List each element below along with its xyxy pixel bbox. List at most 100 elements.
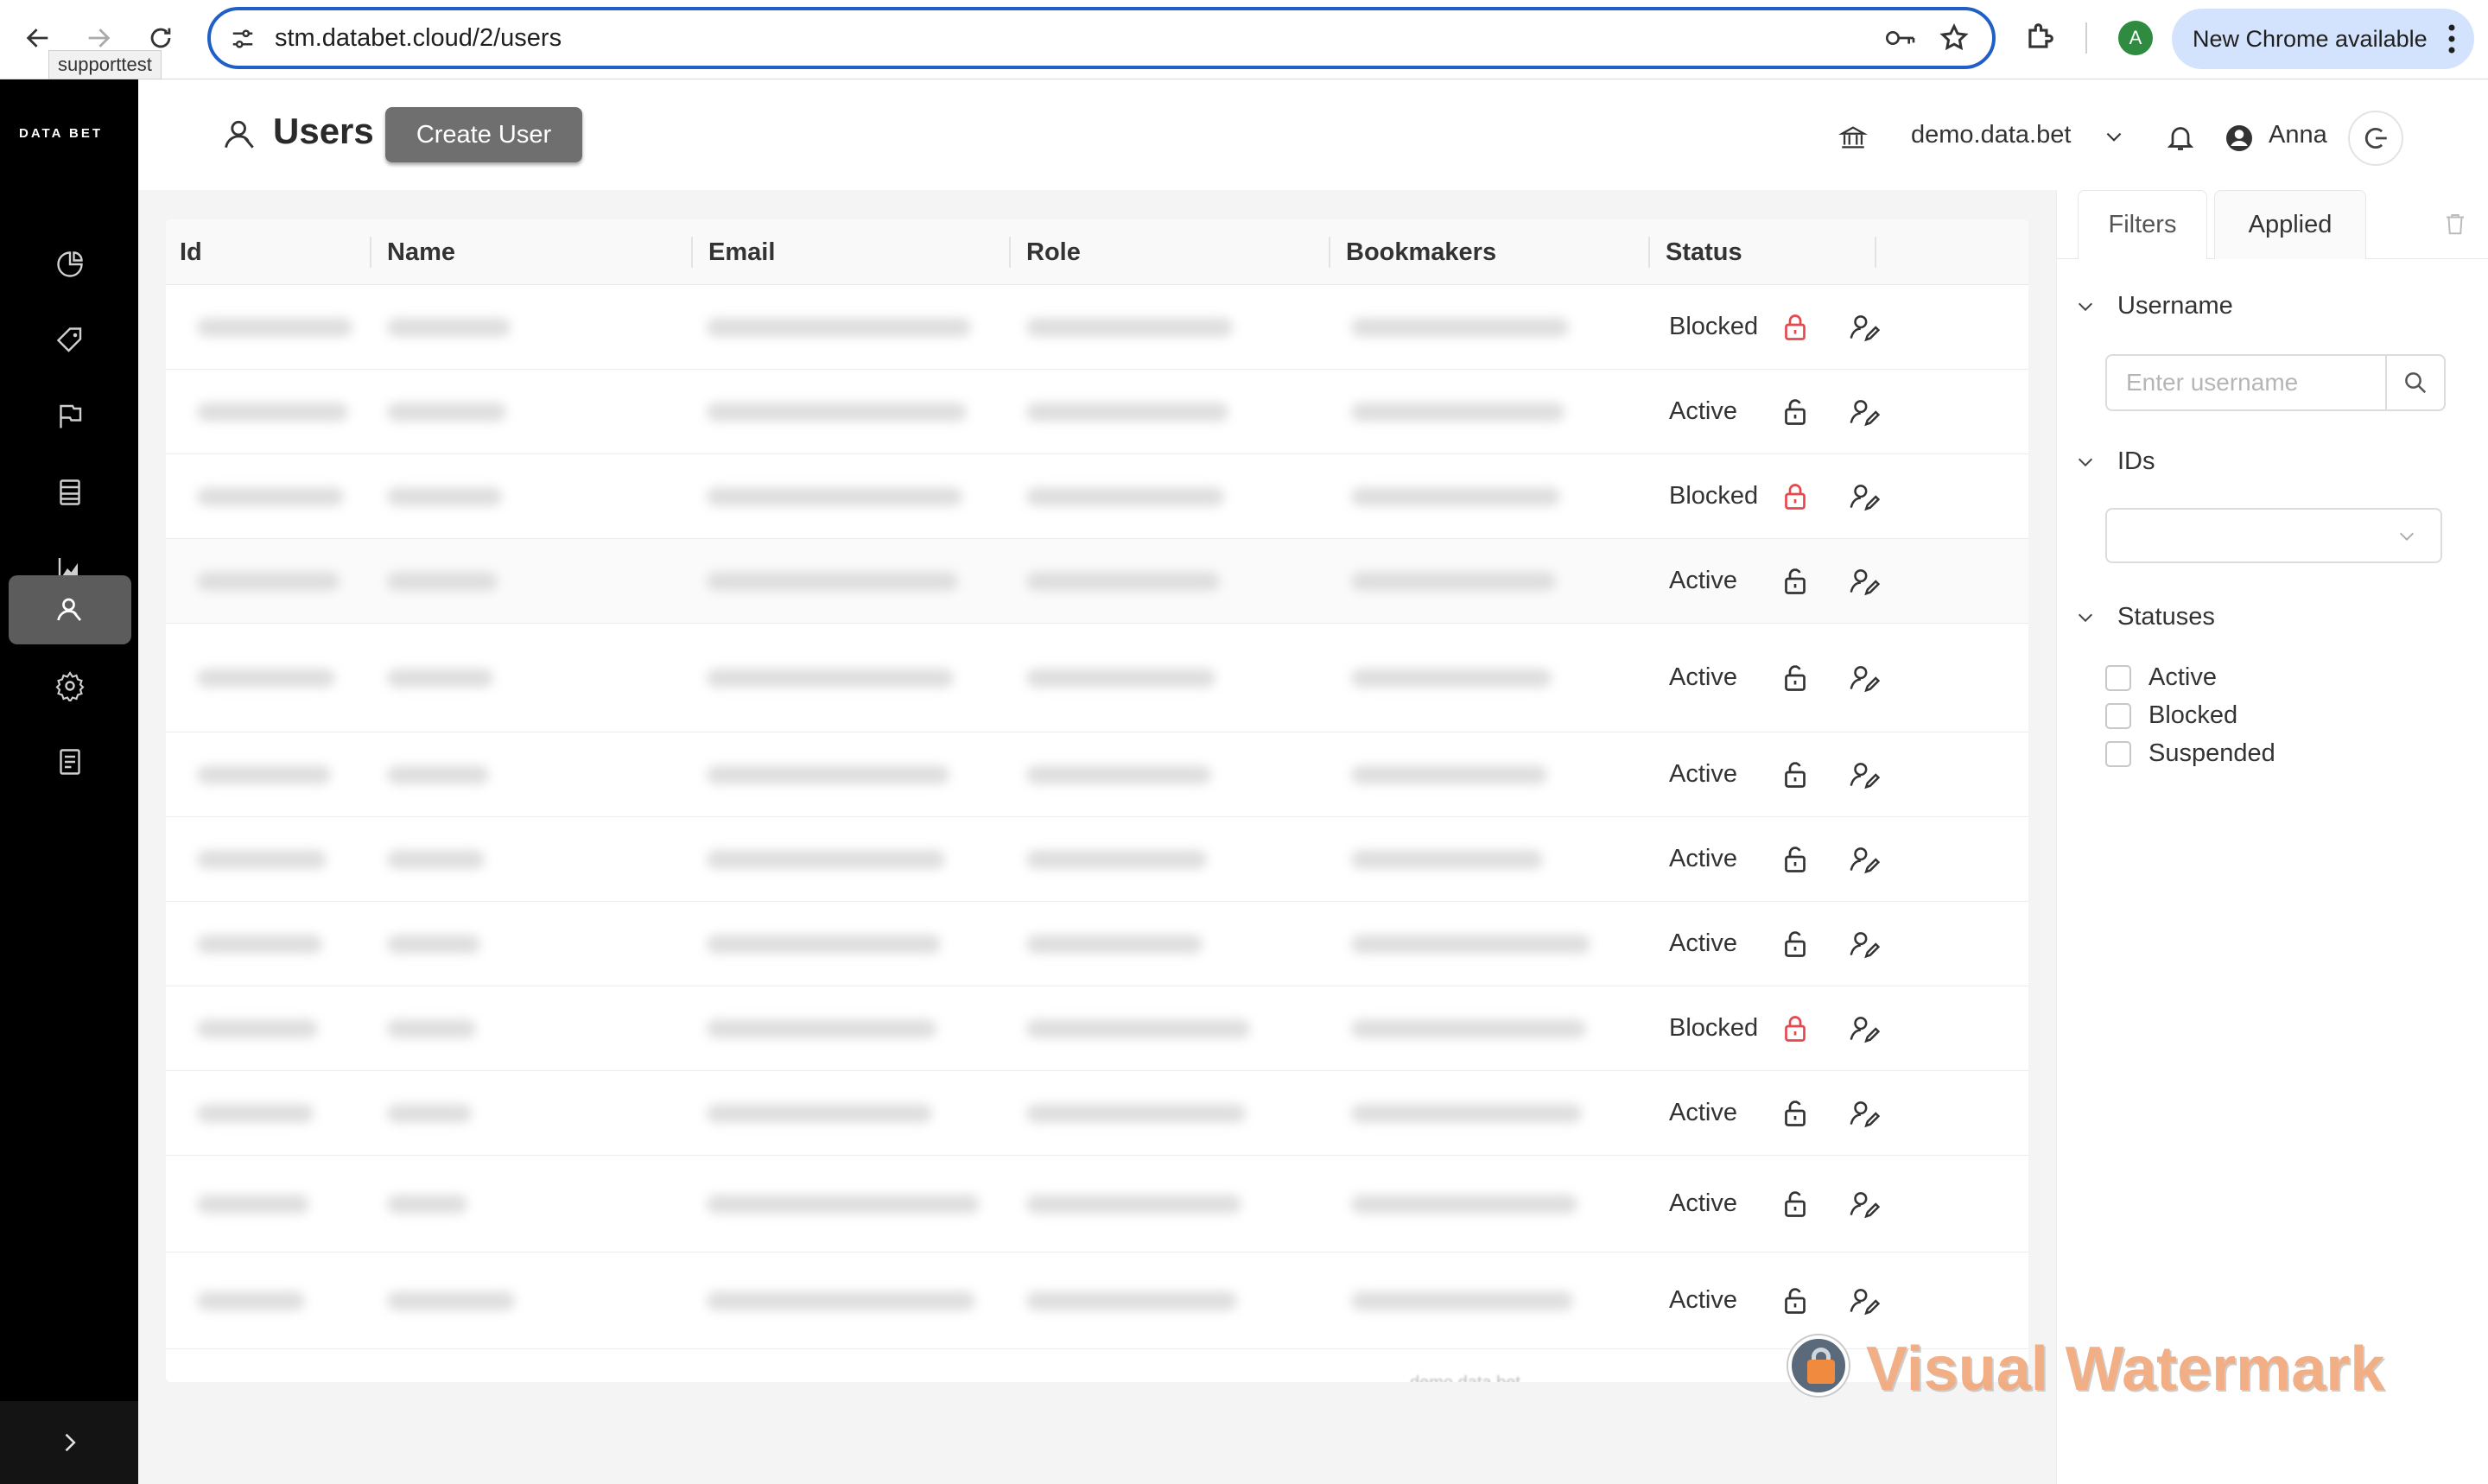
lock-closed-icon[interactable]	[1780, 311, 1811, 344]
user-name[interactable]: Anna	[2269, 121, 2327, 149]
logout-button[interactable]	[2348, 111, 2403, 166]
tab-applied[interactable]: Applied	[2214, 190, 2366, 259]
status-checkbox-blocked[interactable]: Blocked	[2105, 701, 2237, 730]
lock-open-icon[interactable]	[1780, 843, 1811, 876]
column-header-role[interactable]: Role	[1012, 219, 1081, 285]
checkbox[interactable]	[2105, 702, 2131, 729]
site-settings-icon[interactable]	[230, 26, 256, 52]
lock-open-icon[interactable]	[1780, 565, 1811, 598]
redacted-cell	[197, 764, 331, 784]
address-bar[interactable]: stm.databet.cloud/2/users	[207, 7, 1996, 69]
table-row[interactable]: Blocked	[166, 285, 2028, 370]
chevron-down-icon	[2078, 458, 2093, 466]
column-header-name[interactable]: Name	[373, 219, 455, 285]
username-section-toggle[interactable]: Username	[2076, 292, 2233, 320]
users-icon	[57, 598, 82, 621]
sidebar-expand-button[interactable]	[0, 1401, 138, 1484]
status-checkbox-active[interactable]: Active	[2105, 663, 2217, 692]
column-header-status[interactable]: Status	[1652, 219, 1742, 285]
tab-filters[interactable]: Filters	[2078, 190, 2207, 259]
table-row[interactable]: Active	[166, 1071, 2028, 1156]
redacted-cell	[707, 764, 949, 784]
table-row[interactable]: Active	[166, 1156, 2028, 1253]
edit-user-icon[interactable]	[1847, 928, 1880, 961]
table-row[interactable]: Active	[166, 624, 2028, 732]
table-row[interactable]: Active	[166, 539, 2028, 624]
table-row[interactable]: Active	[166, 370, 2028, 454]
edit-user-icon[interactable]	[1847, 1188, 1880, 1221]
edit-user-icon[interactable]	[1847, 1284, 1880, 1317]
logout-icon	[2364, 127, 2387, 149]
lock-open-icon[interactable]	[1780, 1284, 1811, 1317]
status-cell: Active	[1669, 844, 1737, 872]
column-header-email[interactable]: Email	[695, 219, 775, 285]
edit-user-icon[interactable]	[1847, 1097, 1880, 1130]
username-input[interactable]	[2105, 354, 2387, 411]
table-row[interactable]: Active	[166, 1253, 2028, 1349]
profile-avatar[interactable]: A	[2118, 21, 2153, 55]
trash-icon[interactable]	[2442, 209, 2468, 238]
ids-section-toggle[interactable]: IDs	[2076, 447, 2155, 476]
status-cell: Active	[1669, 929, 1737, 957]
lock-open-icon[interactable]	[1780, 1097, 1811, 1130]
reload-icon	[150, 28, 171, 48]
edit-user-icon[interactable]	[1847, 662, 1880, 694]
edit-user-icon[interactable]	[1847, 396, 1880, 428]
table-row[interactable]: Active	[166, 902, 2028, 986]
checkbox[interactable]	[2105, 664, 2131, 691]
company-selector[interactable]: demo.data.bet	[1911, 121, 2071, 149]
lock-closed-icon[interactable]	[1780, 480, 1811, 513]
ids-select[interactable]	[2105, 508, 2442, 563]
redacted-cell	[197, 317, 352, 337]
username-search-button[interactable]	[2385, 354, 2446, 411]
lock-closed-icon[interactable]	[1780, 1012, 1811, 1045]
sidebar-item-settings[interactable]	[9, 651, 131, 720]
arrow-left-icon	[26, 29, 48, 48]
lock-open-icon[interactable]	[1780, 1188, 1811, 1221]
sidebar-item-dashboard[interactable]	[9, 230, 131, 299]
extensions-icon[interactable]	[2023, 21, 2056, 54]
create-user-button[interactable]: Create User	[385, 107, 582, 162]
sidebar: DATA BET	[0, 79, 138, 1484]
update-chrome-button[interactable]: New Chrome available	[2172, 9, 2474, 69]
status-checkbox-suspended[interactable]: Suspended	[2105, 739, 2275, 768]
edit-user-icon[interactable]	[1847, 758, 1880, 791]
redacted-cell	[387, 571, 498, 591]
redacted-cell	[1026, 934, 1203, 954]
sidebar-item-reports[interactable]	[9, 727, 131, 796]
star-icon[interactable]	[1939, 22, 1970, 54]
lock-open-icon[interactable]	[1780, 396, 1811, 428]
lock-open-icon[interactable]	[1780, 928, 1811, 961]
list-icon	[60, 479, 80, 505]
user-avatar-icon[interactable]	[2224, 123, 2255, 154]
table-row[interactable]: Active	[166, 817, 2028, 902]
sidebar-item-flags[interactable]	[9, 382, 131, 451]
edit-user-icon[interactable]	[1847, 843, 1880, 876]
redacted-cell	[1351, 402, 1565, 422]
sidebar-item-list[interactable]	[9, 458, 131, 527]
sidebar-item-tags[interactable]	[9, 306, 131, 375]
sidebar-item-users[interactable]	[9, 575, 131, 644]
edit-user-icon[interactable]	[1847, 480, 1880, 513]
statuses-section-toggle[interactable]: Statuses	[2076, 603, 2215, 631]
table-row[interactable]: Blocked	[166, 454, 2028, 539]
lock-open-icon[interactable]	[1780, 662, 1811, 694]
checkbox[interactable]	[2105, 740, 2131, 767]
key-icon[interactable]	[1883, 24, 1916, 52]
redacted-cell	[1026, 849, 1207, 869]
chevron-down-icon[interactable]	[2103, 126, 2125, 149]
column-header-id[interactable]: Id	[166, 219, 202, 285]
edit-user-icon[interactable]	[1847, 1012, 1880, 1045]
url-text[interactable]: stm.databet.cloud/2/users	[275, 24, 562, 53]
edit-user-icon[interactable]	[1847, 565, 1880, 598]
column-header-bookmakers[interactable]: Bookmakers	[1332, 219, 1496, 285]
checkbox-label: Suspended	[2148, 739, 2275, 767]
table-row[interactable]: Active	[166, 732, 2028, 817]
redacted-cell	[1026, 571, 1220, 591]
table-row[interactable]: Blocked	[166, 986, 2028, 1071]
bell-icon[interactable]	[2165, 121, 2196, 154]
table-header: Id Name Email Role Bookmakers Status	[166, 219, 2028, 285]
edit-user-icon[interactable]	[1847, 311, 1880, 344]
lock-open-icon[interactable]	[1780, 758, 1811, 791]
redacted-cell	[1351, 486, 1560, 506]
